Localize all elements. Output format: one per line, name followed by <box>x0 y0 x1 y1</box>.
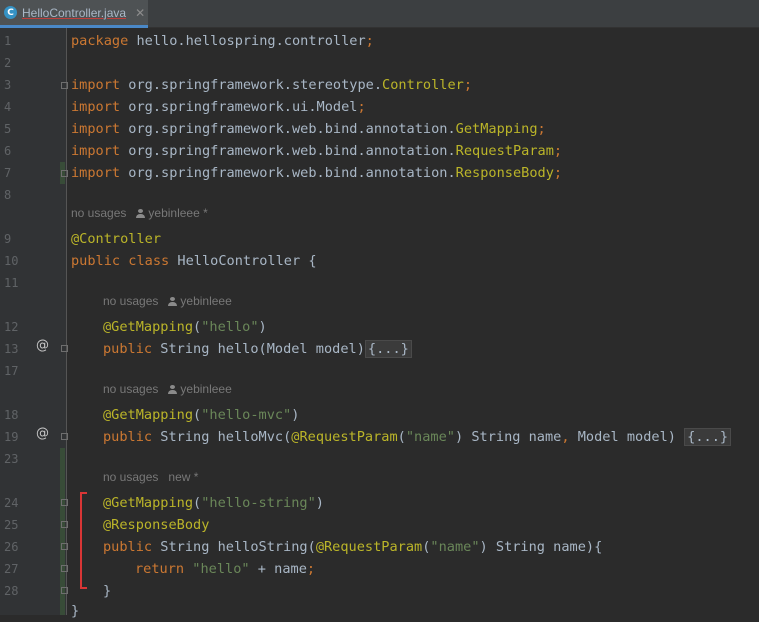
fold-toggle-icon[interactable] <box>61 499 68 506</box>
line-number: 24 <box>4 496 19 510</box>
line-number: 7 <box>4 166 12 180</box>
line-number: 10 <box>4 254 19 268</box>
line-number: 12 <box>4 320 19 334</box>
usage-hint[interactable]: no usages yebinleee * <box>71 206 208 228</box>
line-number: 28 <box>4 584 19 598</box>
line-number: 26 <box>4 540 19 554</box>
code-line-1[interactable]: package hello.hellospring.controller; <box>71 30 374 52</box>
code-line-27[interactable]: return "hello" + name; <box>135 558 315 580</box>
fold-toggle-icon[interactable] <box>61 521 68 528</box>
code-line-3[interactable]: import org.springframework.stereotype.Co… <box>71 74 472 96</box>
fold-toggle-icon[interactable] <box>61 345 68 352</box>
usage-hint[interactable]: no usages yebinleee <box>103 294 232 316</box>
java-class-icon: C <box>4 6 17 19</box>
line-number: 19 <box>4 430 19 444</box>
close-icon[interactable]: ✕ <box>135 6 145 20</box>
line-number: 11 <box>4 276 19 290</box>
usage-hint[interactable]: no usages new * <box>103 470 198 492</box>
user-icon <box>136 209 146 218</box>
code-line-25[interactable]: @ResponseBody <box>103 514 209 536</box>
code-line-7[interactable]: import org.springframework.web.bind.anno… <box>71 162 562 184</box>
implements-marker-icon[interactable]: @ <box>36 338 50 360</box>
usage-hint[interactable]: no usages yebinleee <box>103 382 232 404</box>
code-line-24[interactable]: @GetMapping("hello-string") <box>103 492 324 514</box>
line-number: 4 <box>4 100 12 114</box>
code-line-10[interactable]: public class HelloController { <box>71 250 317 272</box>
code-line-6[interactable]: import org.springframework.web.bind.anno… <box>71 140 562 162</box>
line-number: 5 <box>4 122 12 136</box>
line-number: 8 <box>4 188 12 202</box>
code-line-29[interactable]: } <box>71 600 79 622</box>
fold-toggle-icon[interactable] <box>61 543 68 550</box>
code-line-18[interactable]: @GetMapping("hello-mvc") <box>103 404 299 426</box>
code-line-19[interactable]: public String helloMvc(@RequestParam("na… <box>103 426 732 448</box>
line-number: 1 <box>4 34 12 48</box>
line-number: 25 <box>4 518 19 532</box>
line-number: 6 <box>4 144 12 158</box>
line-number: 3 <box>4 78 12 92</box>
fold-toggle-icon[interactable] <box>61 587 68 594</box>
user-icon <box>168 297 178 306</box>
code-line-4[interactable]: import org.springframework.ui.Model; <box>71 96 366 118</box>
fold-toggle-icon[interactable] <box>61 433 68 440</box>
fold-toggle-icon[interactable] <box>61 82 68 89</box>
code-line-26[interactable]: public String helloString(@RequestParam(… <box>103 536 602 558</box>
code-line-9[interactable]: @Controller <box>71 228 161 250</box>
code-line-13[interactable]: public String hello(Model model) {...} <box>103 338 412 360</box>
code-line-5[interactable]: import org.springframework.web.bind.anno… <box>71 118 546 140</box>
fold-toggle-icon[interactable] <box>61 170 68 177</box>
line-number: 27 <box>4 562 19 576</box>
line-number: 9 <box>4 232 12 246</box>
tab-label: HelloController.java <box>22 5 127 20</box>
code-line-28[interactable]: } <box>103 580 111 602</box>
editor-tab-bar: C HelloController.java ✕ <box>0 0 759 28</box>
tab-hello-controller[interactable]: C HelloController.java ✕ <box>0 0 148 28</box>
implements-marker-icon[interactable]: @ <box>36 426 50 448</box>
line-number: 23 <box>4 452 19 466</box>
line-number: 18 <box>4 408 19 422</box>
code-line-12[interactable]: @GetMapping("hello") <box>103 316 267 338</box>
highlight-bracket <box>80 492 87 589</box>
line-number: 2 <box>4 56 12 70</box>
folded-code-block[interactable]: {...} <box>364 340 412 358</box>
user-icon <box>168 385 178 394</box>
fold-toggle-icon[interactable] <box>61 565 68 572</box>
folded-code-block[interactable]: {...} <box>684 428 732 446</box>
line-number: 13 <box>4 342 19 356</box>
line-number: 17 <box>4 364 19 378</box>
